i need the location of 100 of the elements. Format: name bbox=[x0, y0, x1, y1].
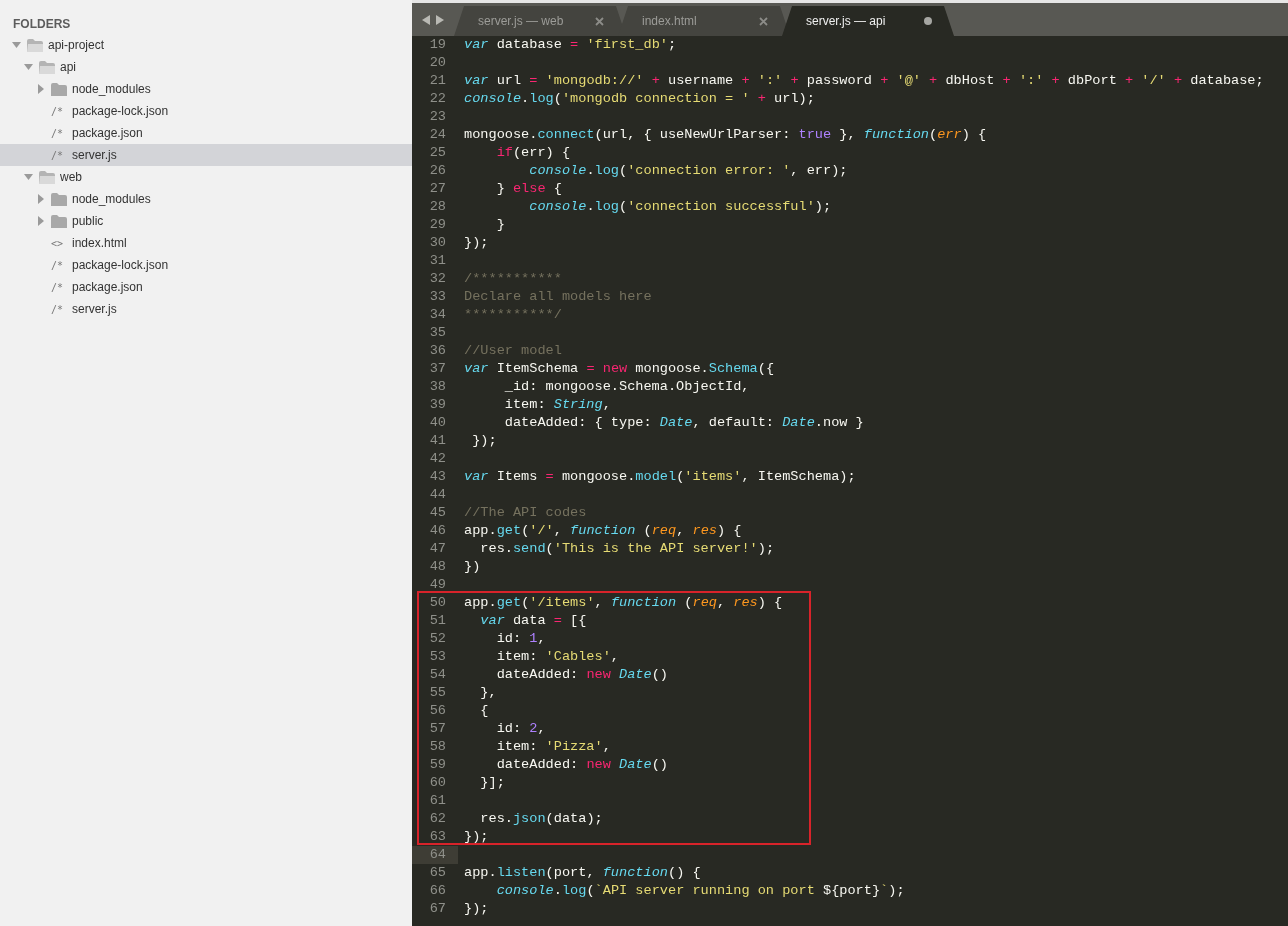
tree-item[interactable]: <> index.html bbox=[0, 232, 412, 254]
line-number: 38 bbox=[428, 378, 447, 396]
code-line: }); bbox=[471, 433, 497, 448]
file-type-icon: /* bbox=[51, 125, 64, 141]
line-number: 33 bbox=[428, 288, 447, 306]
tree-item[interactable]: /* server.js bbox=[0, 144, 412, 166]
code-line: mongoose.connect(url, { useNewUrlParser: true }, function(err) { bbox=[464, 127, 987, 142]
tree-item[interactable]: node_modules bbox=[0, 78, 412, 100]
line-number: 56 bbox=[428, 702, 447, 720]
line-number: 64 bbox=[412, 846, 458, 864]
line-number: 31 bbox=[428, 252, 447, 270]
line-number: 35 bbox=[428, 324, 447, 342]
open-folder-icon bbox=[39, 170, 55, 184]
line-number: 59 bbox=[428, 756, 447, 774]
line-number: 58 bbox=[428, 738, 447, 756]
tree-item[interactable]: /* server.js bbox=[0, 298, 412, 320]
code-line: item: 'Pizza', bbox=[495, 739, 611, 754]
line-number: 53 bbox=[428, 648, 447, 666]
file-type-icon: /* bbox=[51, 301, 64, 317]
line-number: 55 bbox=[428, 684, 447, 702]
tree-item[interactable]: /* package-lock.json bbox=[0, 100, 412, 122]
file-type-icon: /* bbox=[51, 279, 64, 295]
line-number: 57 bbox=[428, 720, 447, 738]
line-number: 52 bbox=[428, 630, 447, 648]
code-line: if(err) { bbox=[495, 145, 571, 160]
previous-arrow-icon[interactable] bbox=[422, 14, 430, 25]
line-number: 19 bbox=[428, 36, 447, 54]
tree-item[interactable]: web bbox=[0, 166, 412, 188]
line-number: 54 bbox=[428, 666, 447, 684]
line-number: 44 bbox=[428, 486, 447, 504]
code-line: dateAdded: { type: Date, default: Date.now } bbox=[503, 415, 864, 430]
tree-item[interactable]: public bbox=[0, 210, 412, 232]
line-number: 43 bbox=[428, 468, 447, 486]
line-number: 66 bbox=[428, 882, 447, 900]
line-number: 23 bbox=[428, 108, 447, 126]
line-number: 26 bbox=[428, 162, 447, 180]
code-line: console.log(`API server running on port ${port}`); bbox=[495, 883, 905, 898]
open-folder-icon bbox=[27, 38, 43, 52]
code-line: console.log('connection successful'); bbox=[528, 199, 832, 214]
line-number: 46 bbox=[428, 522, 447, 540]
code-line: var Items = mongoose.model('items', ItemSchema); bbox=[464, 469, 856, 484]
folder-icon bbox=[51, 82, 67, 96]
line-number: 47 bbox=[428, 540, 447, 558]
open-folder-icon bbox=[39, 60, 55, 74]
file-type-icon: /* bbox=[51, 257, 64, 273]
line-number: 49 bbox=[428, 576, 447, 594]
line-number: 50 bbox=[428, 594, 447, 612]
code-line: var database = 'first_db'; bbox=[464, 37, 677, 52]
line-number: 42 bbox=[428, 450, 447, 468]
code-line: var data = [{ bbox=[479, 613, 587, 628]
code-line: id: 2, bbox=[495, 721, 546, 736]
file-type-icon: /* bbox=[51, 147, 64, 163]
file-type-icon: /* bbox=[51, 103, 64, 119]
code-line: dateAdded: new Date() bbox=[495, 757, 668, 772]
code-line: }); bbox=[464, 901, 489, 916]
code-line: app.listen(port, function() { bbox=[464, 865, 701, 880]
line-number: 65 bbox=[428, 864, 447, 882]
line-number: 34 bbox=[428, 306, 447, 324]
tree-item[interactable]: api bbox=[0, 56, 412, 78]
editor-tab[interactable]: server.js — api bbox=[782, 6, 954, 36]
code-line: app.get('/items', function (req, res) { bbox=[464, 595, 783, 610]
line-number: 20 bbox=[428, 54, 447, 72]
line-number: 61 bbox=[428, 792, 447, 810]
code-line: item: 'Cables', bbox=[495, 649, 619, 664]
code-line: var url = 'mongodb://' + username + ':' + password + '@' + dbHost + ':' + dbPort + '/' + database; bbox=[464, 73, 1264, 88]
line-number: 36 bbox=[428, 342, 447, 360]
code-line: }) bbox=[464, 559, 481, 574]
line-number: 28 bbox=[428, 198, 447, 216]
line-number: 29 bbox=[428, 216, 447, 234]
code-line: console.log('mongodb connection = ' + url); bbox=[464, 91, 815, 106]
tree-item[interactable]: node_modules bbox=[0, 188, 412, 210]
code-line: console.log('connection error: ', err); bbox=[528, 163, 848, 178]
tree-item[interactable]: /* package.json bbox=[0, 276, 412, 298]
sidebar-heading: FOLDERS bbox=[12, 16, 72, 33]
code-line: /*********** bbox=[464, 271, 562, 286]
code-line: }, bbox=[479, 685, 497, 700]
line-number: 45 bbox=[428, 504, 447, 522]
line-number: 24 bbox=[428, 126, 447, 144]
line-number: 25 bbox=[428, 144, 447, 162]
code-line: }); bbox=[464, 829, 489, 844]
line-number: 30 bbox=[428, 234, 447, 252]
line-number: 41 bbox=[428, 432, 447, 450]
line-number: 32 bbox=[428, 270, 447, 288]
code-line: } else { bbox=[495, 181, 562, 196]
next-arrow-icon[interactable] bbox=[436, 14, 444, 25]
code-line: { bbox=[479, 703, 489, 718]
tree-item[interactable]: /* package-lock.json bbox=[0, 254, 412, 276]
code-line: }); bbox=[464, 235, 489, 250]
line-number: 37 bbox=[428, 360, 447, 378]
code-line: id: 1, bbox=[495, 631, 546, 646]
tree-item[interactable]: /* package.json bbox=[0, 122, 412, 144]
line-number: 48 bbox=[428, 558, 447, 576]
line-number: 67 bbox=[428, 900, 447, 918]
code-line: //User model bbox=[464, 343, 562, 358]
tree-item[interactable]: api-project bbox=[0, 34, 412, 56]
line-number: 62 bbox=[428, 810, 447, 828]
code-line: //The API codes bbox=[464, 505, 587, 520]
code-line: res.send('This is the API server!'); bbox=[479, 541, 775, 556]
code-line: var ItemSchema = new mongoose.Schema({ bbox=[464, 361, 775, 376]
line-number: 21 bbox=[428, 72, 447, 90]
